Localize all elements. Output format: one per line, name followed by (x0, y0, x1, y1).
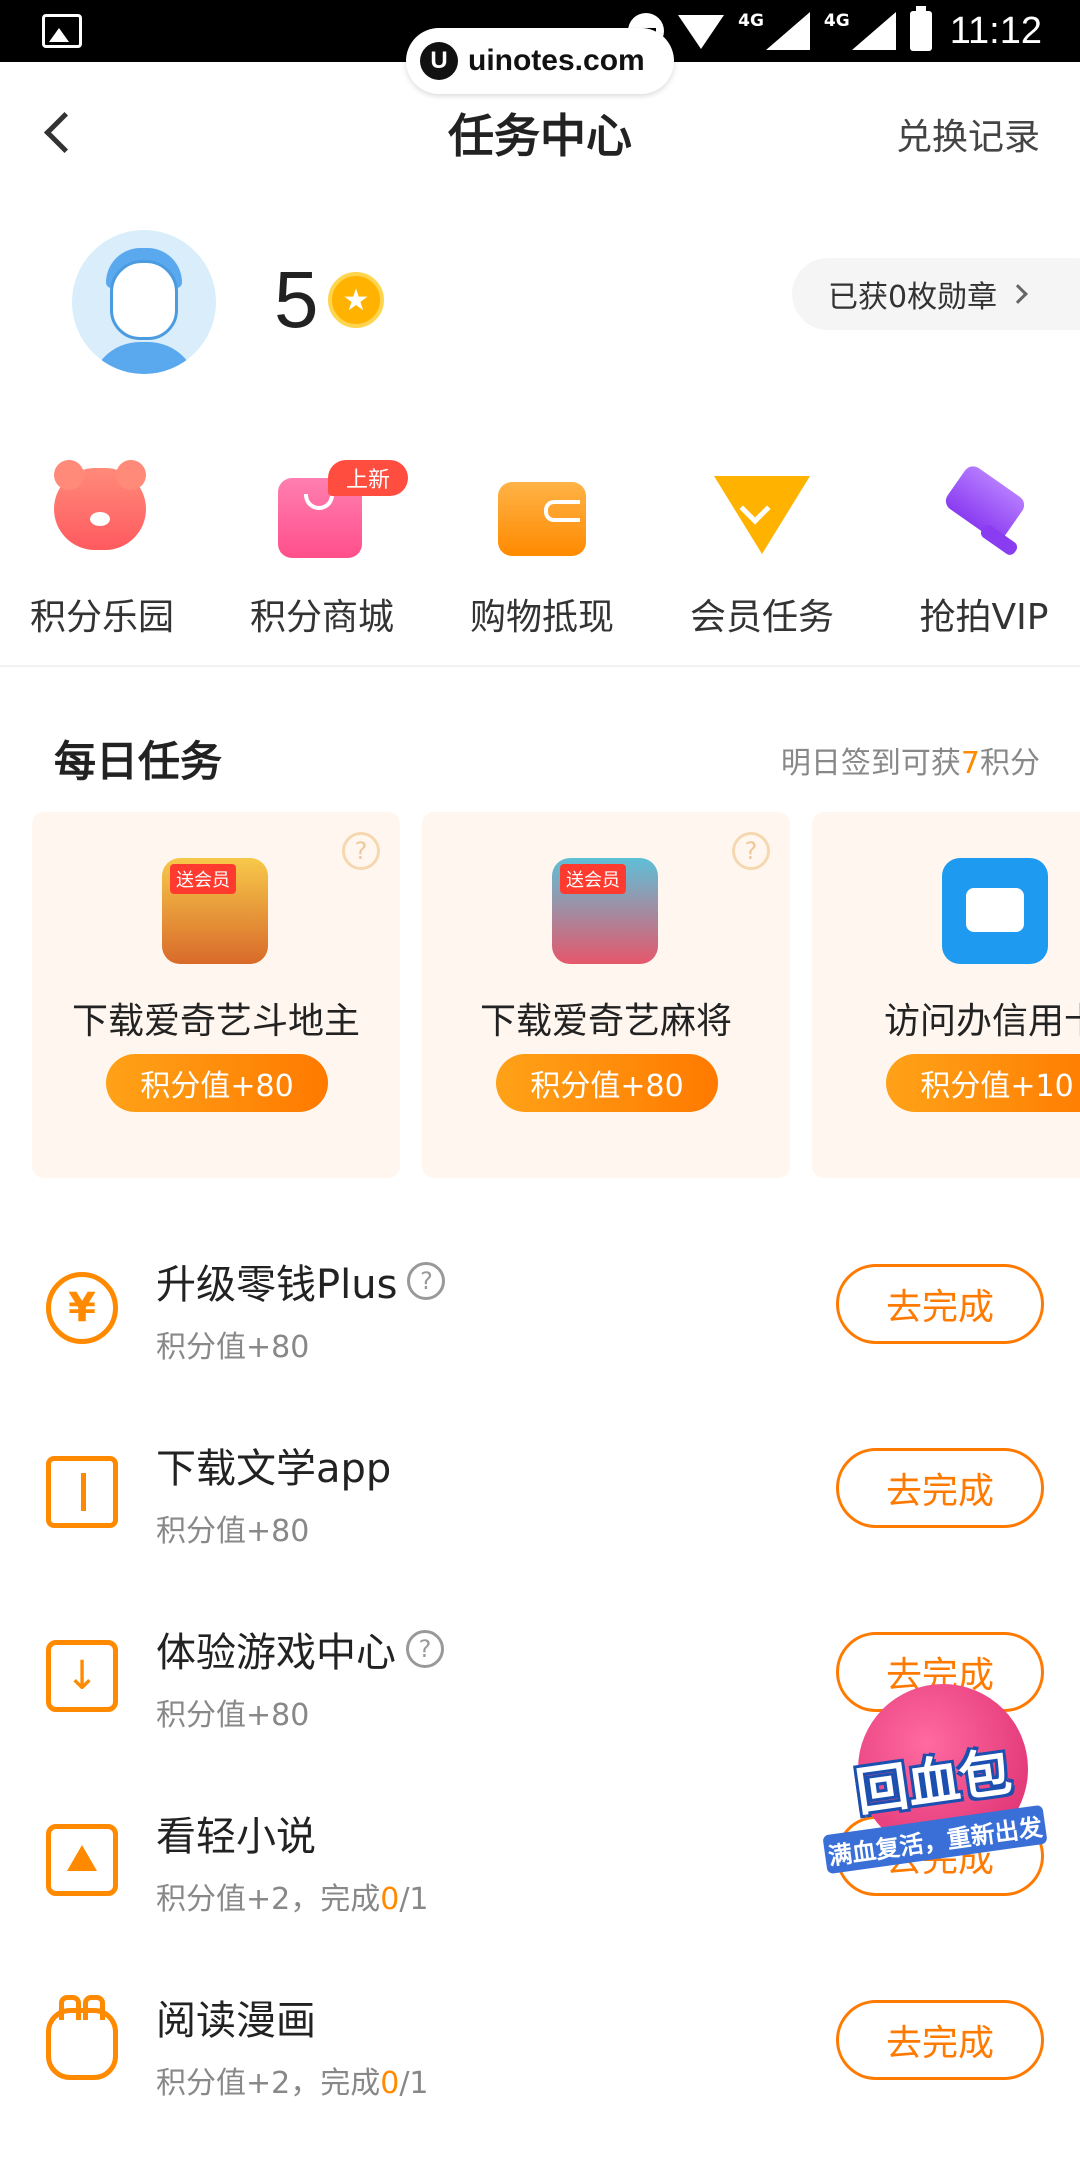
menu-item-member-tasks[interactable]: 会员任务 (662, 462, 862, 640)
task-progress: 积分值+2，完成0/1 (156, 2066, 429, 2101)
download-icon: ↓ (46, 1640, 118, 1712)
new-badge: 上新 (328, 460, 408, 496)
daily-tasks-title: 每日任务 (54, 737, 223, 786)
help-icon[interactable]: ? (406, 1630, 444, 1668)
novel-icon (46, 1824, 118, 1896)
daily-hint: 明日签到可获7积分 (780, 746, 1040, 781)
star-coin-icon: ★ (328, 272, 384, 328)
card-title: 访问办信用卡 (884, 1001, 1080, 1042)
help-icon[interactable]: ? (732, 832, 770, 870)
book-icon (46, 1456, 118, 1528)
clock: 11:12 (949, 9, 1042, 52)
credit-card-icon (942, 858, 1048, 964)
divider (0, 665, 1080, 667)
yen-icon: ¥ (46, 1272, 118, 1344)
status-icons: 4G 4G 11:12 (628, 0, 1042, 62)
menu-item-auction-vip[interactable]: 抢拍VIP (884, 462, 1080, 640)
menu-item-points-park[interactable]: 积分乐园 (2, 460, 202, 640)
task-points: 积分值+80 (156, 1514, 310, 1549)
menu-label: 抢拍VIP (919, 597, 1049, 638)
exchange-record-link[interactable]: 兑换记录 (896, 108, 1040, 160)
menu-item-shopping-cashback[interactable]: 购物抵现 (442, 462, 642, 640)
complete-task-button[interactable]: 去完成 (836, 2000, 1044, 2080)
avatar[interactable] (72, 230, 216, 374)
watermark-badge: U uinotes.com (406, 28, 674, 94)
wallet-icon (494, 468, 590, 558)
daily-task-card[interactable]: ? 送会员 下载爱奇艺麻将 积分值+80 (422, 812, 790, 1178)
daily-task-carousel[interactable]: ? 送会员 下载爱奇艺斗地主 积分值+80 ? 送会员 下载爱奇艺麻将 积分值+… (0, 812, 1080, 1178)
network-type-1: 4G (738, 11, 764, 31)
card-points-button[interactable]: 积分值+80 (496, 1054, 718, 1112)
signal-icon (764, 12, 810, 50)
menu-label: 积分商城 (249, 597, 394, 638)
card-title: 下载爱奇艺斗地主 (71, 1001, 360, 1042)
task-row: 下载文学app 积分值+80 去完成 (0, 1418, 1080, 1568)
chevron-right-icon (1008, 284, 1028, 304)
auction-hammer-icon (936, 462, 1032, 558)
task-name: 阅读漫画 (156, 1998, 316, 2044)
floating-promo-badge[interactable]: 回血包 满血复活，重新出发 (818, 1684, 1048, 1884)
task-name: 体验游戏中心 (156, 1630, 396, 1676)
help-icon[interactable]: ? (342, 832, 380, 870)
points-value: 5 (274, 255, 319, 344)
task-name: 升级零钱Plus (156, 1262, 398, 1308)
battery-icon (909, 6, 932, 51)
help-icon[interactable]: ? (407, 1262, 446, 1300)
task-name: 看轻小说 (156, 1814, 316, 1860)
card-points-button[interactable]: 积分值+10 (886, 1054, 1080, 1112)
menu-label: 积分乐园 (29, 597, 174, 638)
dou-dizhu-game-icon: 送会员 (162, 858, 268, 964)
diamond-vip-icon (714, 468, 810, 558)
task-progress: 积分值+2，完成0/1 (156, 1882, 429, 1917)
task-points: 积分值+80 (156, 1330, 310, 1365)
task-name: 下载文学app (156, 1446, 392, 1492)
mahjong-game-icon: 送会员 (552, 858, 658, 964)
daily-task-card[interactable]: 访问办信用卡 积分值+10 (812, 812, 1080, 1178)
quick-menu: 积分乐园 积分商城 购物抵现 会员任务 抢拍VIP (0, 460, 1080, 638)
medals-button[interactable]: 已获0枚勋章 (792, 258, 1080, 330)
daily-task-card[interactable]: ? 送会员 下载爱奇艺斗地主 积分值+80 (32, 812, 400, 1178)
complete-task-button[interactable]: 去完成 (836, 1264, 1044, 1344)
medals-label: 已获0枚勋章 (828, 280, 998, 315)
task-row: 阅读漫画 积分值+2，完成0/1 去完成 (0, 1970, 1080, 2120)
card-title: 下载爱奇艺麻将 (479, 1001, 732, 1042)
network-type-2: 4G (823, 11, 850, 31)
image-notification-icon (42, 14, 82, 48)
menu-label: 购物抵现 (469, 597, 614, 638)
bunny-comic-icon (46, 1995, 118, 2080)
watermark-logo-icon: U (420, 42, 458, 80)
task-row: ¥ 升级零钱Plus? 积分值+80 去完成 (0, 1234, 1080, 1384)
signal-icon-2 (850, 12, 896, 50)
task-points: 积分值+80 (156, 1698, 310, 1733)
menu-label: 会员任务 (689, 597, 834, 638)
bear-icon (54, 460, 150, 558)
wifi-icon (678, 13, 725, 49)
watermark-text: uinotes.com (468, 44, 645, 77)
card-points-button[interactable]: 积分值+80 (106, 1054, 328, 1112)
complete-task-button[interactable]: 去完成 (836, 1448, 1044, 1528)
